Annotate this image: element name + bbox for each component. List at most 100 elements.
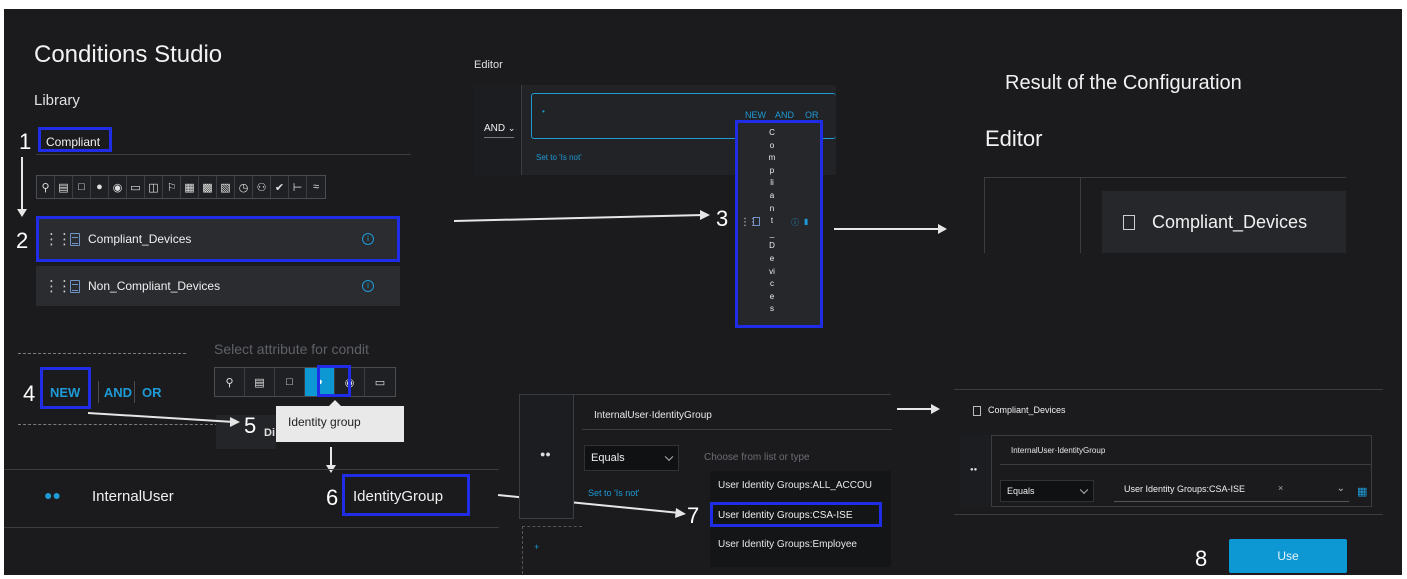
users-icon: ●●: [44, 487, 61, 503]
clock-icon[interactable]: ◷: [235, 176, 253, 198]
step-7-label: 7: [687, 503, 700, 528]
info-icon: ⓘ: [791, 218, 799, 227]
option-employee[interactable]: User Identity Groups:Employee: [718, 539, 857, 550]
dragged-condition-letter: e: [769, 291, 775, 301]
dragged-condition-letter: m: [768, 153, 776, 163]
attribute-underline: [582, 429, 892, 430]
highlight-new: [40, 367, 91, 409]
square-icon[interactable]: □: [275, 368, 305, 396]
final-condition-doc-icon: [973, 406, 981, 416]
arrow-2-to-3: [453, 210, 710, 222]
library-item-non-compliant-devices[interactable]: ⋮⋮ Non_Compliant_Devices i: [36, 266, 400, 306]
condition-doc-icon: [753, 217, 760, 226]
arrow-to-final-head: [931, 404, 940, 414]
library-item-label: Non_Compliant_Devices: [88, 279, 221, 293]
final-equals-value: Equals: [1007, 486, 1035, 496]
dragged-condition-letter: vi: [769, 266, 775, 276]
library-icon-bar: ⚲ ▤ □ ● ◉ ▭ ◫ ⚐ ▦ ▩ ▧ ◷ ⚇ ✔ ⊢ ≈: [36, 175, 326, 199]
dragged-condition-letter: _: [769, 228, 775, 238]
dragged-condition-letter: e: [769, 253, 775, 263]
dragged-condition-letter: c: [770, 279, 774, 289]
final-equals-dropdown[interactable]: Equals: [1000, 480, 1094, 502]
users-icon: ●●: [540, 449, 551, 459]
set-to-is-not-link[interactable]: Set to 'Is not': [536, 153, 582, 162]
wifi-icon[interactable]: ≈: [307, 176, 325, 198]
highlight-compliant-devices: [36, 216, 400, 262]
square-icon[interactable]: □: [73, 176, 91, 198]
equals-value: Equals: [591, 452, 625, 464]
dragged-condition-letter: li: [770, 178, 774, 188]
chevron-down-icon[interactable]: ⌄: [1337, 483, 1345, 494]
dragged-condition-text: Co m p li a n t _ De vi c e s: [767, 127, 777, 316]
or-button[interactable]: OR: [142, 385, 162, 400]
step-3-label: 3: [716, 206, 729, 231]
attribute-row-separator: [4, 527, 499, 528]
user-icon[interactable]: ⚇: [253, 176, 271, 198]
step-2-label: 2: [16, 228, 29, 253]
circle-icon[interactable]: ◉: [109, 176, 127, 198]
check-icon[interactable]: ✔: [271, 176, 289, 198]
step-1-label: 1: [19, 129, 32, 154]
dragged-condition-letter: a: [769, 190, 775, 200]
card-icon[interactable]: ▤: [55, 176, 73, 198]
operator-dropdown[interactable]: AND ⌄: [484, 123, 515, 134]
dragged-condition-letter: n: [769, 203, 775, 213]
value-placeholder[interactable]: Choose from list or type: [704, 452, 810, 463]
document-icon[interactable]: ▩: [199, 176, 217, 198]
result-editor-label: Editor: [985, 126, 1043, 151]
arrow-down-1-head: [17, 209, 27, 217]
final-value-field[interactable]: User Identity Groups:CSA-ISE × ⌄: [1114, 480, 1349, 502]
users-icon: ●●: [970, 467, 978, 473]
grid-icon[interactable]: ▦: [1357, 485, 1367, 498]
editor-new-button[interactable]: NEW: [745, 110, 766, 120]
location-icon[interactable]: ⚲: [37, 176, 55, 198]
plus-icon: +: [534, 542, 540, 552]
condition-attribute-label: InternalUser·IdentityGroup: [594, 410, 712, 421]
monitor-icon[interactable]: ▭: [127, 176, 145, 198]
monitor-icon[interactable]: ▭: [365, 368, 395, 396]
page-title: Conditions Studio: [34, 41, 223, 68]
delete-icon: ▮: [804, 217, 809, 226]
group-icon[interactable]: ●: [91, 176, 109, 198]
info-icon[interactable]: i: [362, 280, 374, 292]
building-icon[interactable]: ▧: [217, 176, 235, 198]
tooltip-text: Identity group: [288, 415, 361, 429]
editor-or-button[interactable]: OR: [805, 110, 819, 120]
step-8-label: 8: [1195, 546, 1208, 571]
drop-zone-bullet: •: [542, 107, 545, 116]
use-button[interactable]: Use: [1229, 539, 1347, 573]
option-all-accounts[interactable]: User Identity Groups:ALL_ACCOU: [718, 480, 890, 491]
drag-handle-icon[interactable]: ⋮⋮: [44, 277, 72, 295]
and-button[interactable]: AND: [98, 385, 138, 400]
result-condition-label: Compliant_Devices: [1152, 212, 1308, 232]
attribute-row-separator: [4, 469, 499, 470]
location-icon[interactable]: ⚲: [215, 368, 245, 396]
remove-value-icon[interactable]: ×: [1278, 483, 1283, 493]
divider-top: [18, 353, 186, 354]
operator-value: AND: [484, 123, 506, 134]
highlight-csa-ise: [710, 502, 882, 527]
dragged-condition-letter: p: [769, 165, 775, 175]
use-button-label: Use: [1277, 549, 1299, 563]
internal-user-label[interactable]: InternalUser: [92, 488, 174, 505]
card-icon[interactable]: ▤: [245, 368, 275, 396]
identity-group-tooltip: Identity group: [276, 406, 404, 442]
set-to-is-not-link[interactable]: Set to 'Is not': [588, 488, 639, 498]
step-6-label: 6: [326, 485, 339, 510]
browser-icon[interactable]: ▦: [181, 176, 199, 198]
result-heading: Result of the Configuration: [1005, 72, 1242, 94]
equals-dropdown[interactable]: Equals: [584, 445, 679, 471]
highlight-identity-group: [342, 474, 470, 516]
final-condition-label: Compliant_Devices: [988, 405, 1066, 415]
dragged-condition-letter: o: [769, 140, 775, 150]
chevron-down-icon: ⌄: [507, 123, 516, 133]
hierarchy-icon[interactable]: ⊢: [289, 176, 307, 198]
add-condition-placeholder[interactable]: [522, 526, 582, 574]
result-operator-divider: [1080, 177, 1081, 253]
display-icon[interactable]: ◫: [145, 176, 163, 198]
arrow-down-6: [330, 447, 332, 467]
flag-icon[interactable]: ⚐: [163, 176, 181, 198]
arrow-down-1: [21, 157, 23, 212]
button-separator: [134, 381, 135, 403]
editor-and-button[interactable]: AND: [775, 110, 794, 120]
